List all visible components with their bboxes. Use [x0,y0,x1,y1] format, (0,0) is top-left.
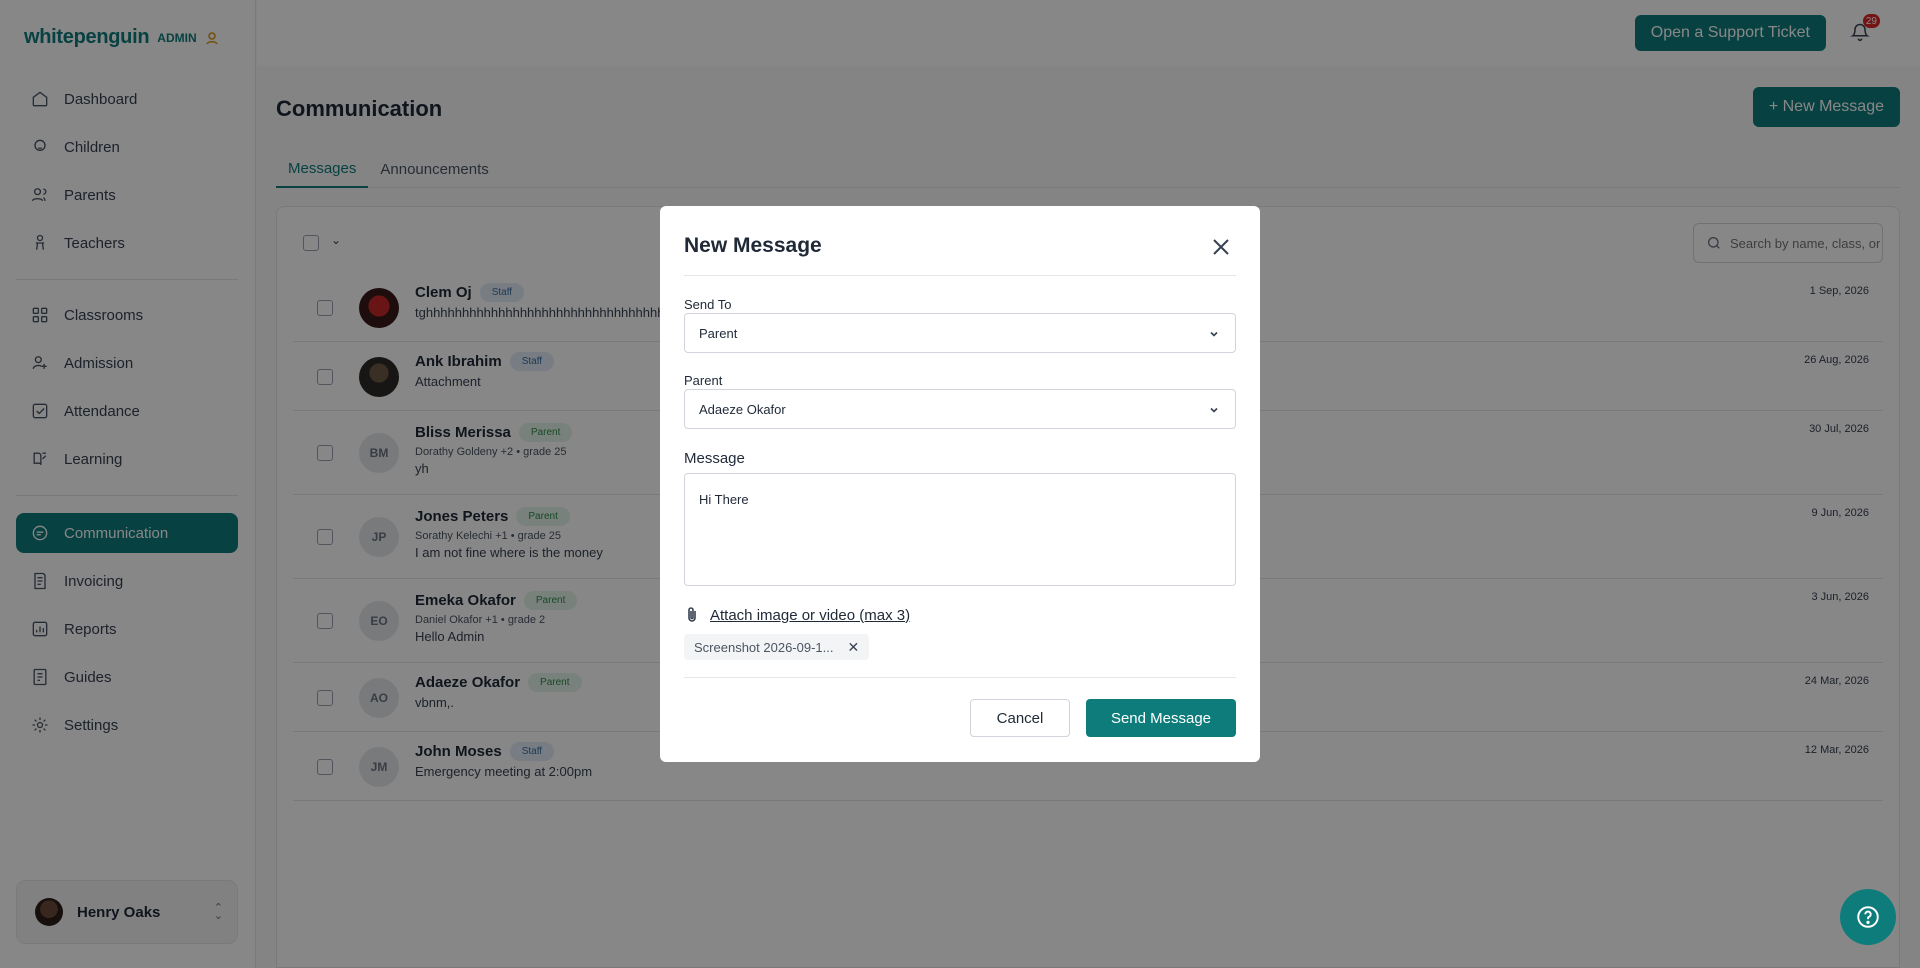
send-to-label: Send To [684,297,732,312]
send-message-button[interactable]: Send Message [1086,699,1236,737]
parent-label: Parent [684,373,723,388]
dialog-divider [684,677,1236,678]
send-to-value: Parent [699,325,738,341]
parent-select[interactable]: Adaeze Okafor [684,389,1236,429]
attachment-chip: Screenshot 2026-09-1... ✕ [684,634,870,660]
attach-media-link[interactable]: Attach image or video (max 3) [684,606,910,624]
attach-label: Attach image or video (max 3) [710,606,911,624]
message-label: Message [684,450,745,467]
dialog-title: New Message [684,234,822,257]
help-button[interactable] [1840,889,1896,945]
chevron-down-icon [1209,403,1219,413]
cancel-button[interactable]: Cancel [970,699,1070,737]
close-icon [1213,239,1229,255]
help-icon [1857,906,1879,928]
chevron-down-icon [1209,327,1219,337]
send-to-select[interactable]: Parent [684,313,1236,353]
parent-value: Adaeze Okafor [699,401,786,417]
dialog-divider [684,275,1236,276]
remove-attachment-icon[interactable]: ✕ [847,639,859,656]
attachment-name: Screenshot 2026-09-1... [694,639,834,655]
new-message-dialog: New Message Send To Parent Parent Adaeze… [660,206,1260,762]
close-button[interactable] [1212,238,1230,256]
message-textarea[interactable]: Hi There [684,473,1236,586]
paperclip-icon [688,607,696,622]
